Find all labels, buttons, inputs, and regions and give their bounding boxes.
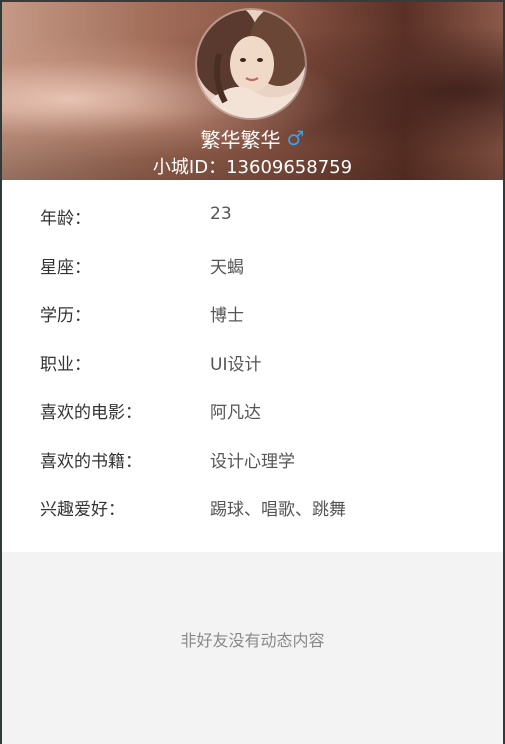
detail-row-favorite-book: 喜欢的书籍： 设计心理学 — [0, 437, 505, 477]
detail-value: 天蝎 — [210, 258, 244, 278]
name-row: 繁华繁华 ♂ — [0, 124, 505, 152]
detail-value: UI设计 — [210, 355, 262, 375]
detail-label: 职业： — [40, 355, 91, 375]
profile-header: 繁华繁华 ♂ 小城ID：13609658759 — [0, 0, 505, 180]
feed-empty-message: 非好友没有动态内容 — [180, 631, 325, 650]
detail-label: 喜欢的书籍： — [40, 452, 142, 472]
detail-label: 年龄： — [40, 209, 91, 229]
profile-screen: 繁华繁华 ♂ 小城ID：13609658759 年龄： 23 星座： 天蝎 学历… — [0, 0, 505, 744]
detail-row-occupation: 职业： UI设计 — [0, 340, 505, 380]
detail-row-favorite-movie: 喜欢的电影： 阿凡达 — [0, 388, 505, 428]
left-border — [0, 0, 2, 744]
user-name: 繁华繁华 — [200, 127, 281, 152]
detail-value: 博士 — [210, 306, 244, 326]
detail-label: 学历： — [40, 306, 91, 326]
detail-value: 阿凡达 — [210, 403, 261, 423]
avatar[interactable] — [197, 10, 305, 118]
detail-label: 星座： — [40, 258, 91, 278]
detail-label: 喜欢的电影： — [40, 403, 142, 423]
detail-label: 兴趣爱好： — [40, 500, 125, 520]
detail-row-education: 学历： 博士 — [0, 291, 505, 331]
detail-row-hobbies: 兴趣爱好： 踢球、唱歌、跳舞 — [0, 485, 505, 525]
detail-value: 踢球、唱歌、跳舞 — [210, 500, 346, 520]
male-icon: ♂ — [286, 126, 305, 150]
detail-row-constellation: 星座： 天蝎 — [0, 243, 505, 283]
detail-value: 设计心理学 — [210, 452, 295, 472]
detail-value: 23 — [210, 204, 232, 224]
detail-row-age: 年龄： 23 — [0, 194, 505, 234]
top-border — [0, 0, 505, 2]
avatar-image — [197, 10, 305, 118]
user-id: 小城ID：13609658759 — [152, 157, 353, 178]
profile-details: 年龄： 23 星座： 天蝎 学历： 博士 职业： UI设计 喜欢的电影： 阿凡达… — [0, 180, 505, 552]
